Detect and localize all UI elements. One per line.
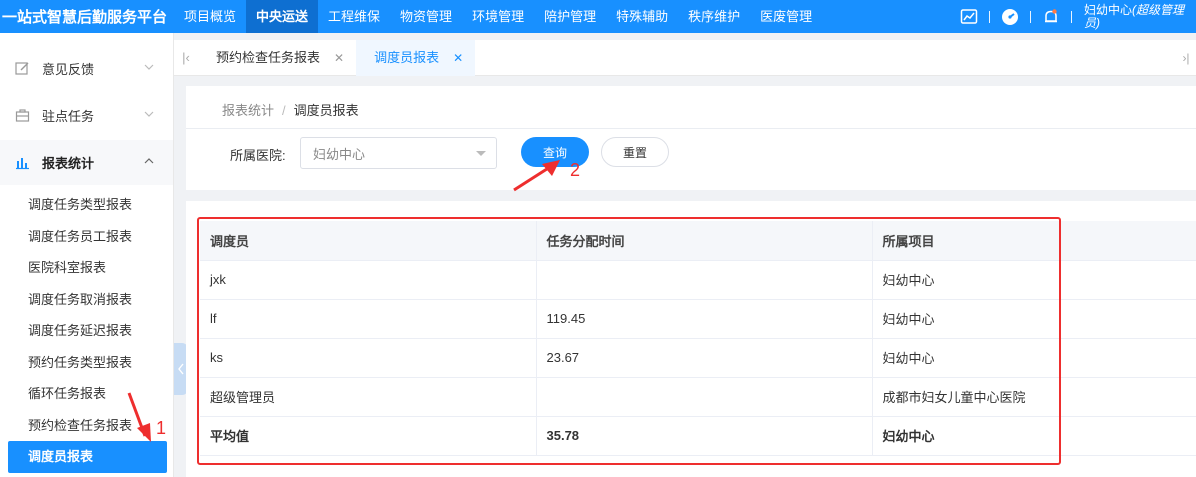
tab-scroll-left-icon[interactable]: |‹	[174, 50, 198, 65]
sidebar-group-reports[interactable]: 报表统计	[0, 140, 173, 185]
divider	[1071, 10, 1072, 23]
chevron-left-icon	[178, 363, 184, 375]
dispatcher-table: 调度员 任务分配时间 所属项目 jxk 妇幼中心 lf 119.45 妇幼中心 …	[200, 221, 1196, 456]
dashboard-icon[interactable]	[1000, 7, 1020, 27]
sidebar-item-dispatch-delay[interactable]: 调度任务延迟报表	[0, 315, 173, 347]
cell-project: 妇幼中心	[872, 260, 1196, 300]
column-header-project[interactable]: 所属项目	[872, 221, 1196, 261]
annotation-step-2: 2	[570, 160, 581, 180]
chevron-down-icon	[144, 111, 154, 117]
sidebar: 意见反馈 驻点任务 报表统计 调度任务类型报表 调度任务员工报表 医院科室报表 …	[0, 33, 174, 477]
sidebar-item-booking-task-type[interactable]: 预约任务类型报表	[0, 347, 173, 379]
sidebar-group-feedback[interactable]: 意见反馈	[0, 46, 173, 91]
table-row: lf 119.45 妇幼中心	[200, 299, 1196, 339]
hospital-label: 所属医院:	[230, 148, 286, 163]
table-average-row: 平均值 35.78 妇幼中心	[200, 416, 1196, 456]
sidebar-item-dispatcher-report[interactable]: 调度员报表	[8, 441, 167, 473]
breadcrumb-separator: /	[282, 103, 286, 118]
table-row: ks 23.67 妇幼中心	[200, 338, 1196, 378]
column-header-dispatcher[interactable]: 调度员	[200, 221, 537, 261]
sidebar-group-label: 意见反馈	[42, 62, 95, 77]
bell-icon[interactable]	[1041, 7, 1061, 27]
nav-item-central-transport[interactable]: 中央运送	[246, 0, 319, 33]
table-row: jxk 妇幼中心	[200, 260, 1196, 300]
top-bar: 一站式智慧后勤服务平台 项目概览 中央运送 工程维保 物资管理 环境管理 陪护管…	[0, 0, 1196, 33]
briefcase-icon	[14, 108, 30, 124]
nav-item-medical-waste[interactable]: 医废管理	[750, 0, 822, 33]
sidebar-group-label: 驻点任务	[42, 109, 95, 124]
cell-assign-time	[536, 260, 873, 300]
chart-icon[interactable]	[959, 7, 979, 27]
annotation-step-1: 1	[156, 418, 167, 438]
cell-assign-time: 23.67	[536, 338, 873, 378]
sidebar-item-dispatch-cancel[interactable]: 调度任务取消报表	[0, 284, 173, 316]
tab-scroll-right-icon[interactable]: ›|	[1176, 40, 1196, 76]
tab-dispatcher-report[interactable]: 调度员报表 ✕	[356, 39, 476, 76]
column-header-assign-time[interactable]: 任务分配时间	[536, 221, 873, 261]
nav-item-engineering[interactable]: 工程维保	[318, 0, 390, 33]
tab-label: 预约检查任务报表	[216, 49, 321, 65]
cell-assign-time	[536, 377, 873, 417]
nav-item-order[interactable]: 秩序维护	[678, 0, 750, 33]
table-row: 超级管理员 成都市妇女儿童中心医院	[200, 377, 1196, 417]
edit-icon	[14, 61, 30, 77]
divider	[1030, 10, 1031, 23]
tab-label: 调度员报表	[374, 49, 440, 65]
sidebar-item-dispatch-task-type[interactable]: 调度任务类型报表	[0, 189, 173, 221]
breadcrumb: 报表统计 / 调度员报表	[222, 100, 359, 119]
sidebar-group-onsite-tasks[interactable]: 驻点任务	[0, 93, 173, 138]
table-panel: 调度员 任务分配时间 所属项目 jxk 妇幼中心 lf 119.45 妇幼中心 …	[186, 201, 1196, 477]
user-info[interactable]: 妇幼中心(超级管理员)	[1084, 2, 1196, 30]
breadcrumb-parent[interactable]: 报表统计	[222, 103, 274, 118]
sidebar-item-recurring-task[interactable]: 循环任务报表	[0, 378, 173, 410]
cell-average-assign-time: 35.78	[536, 416, 873, 456]
reset-button[interactable]: 重置	[601, 137, 669, 167]
sidebar-group-label: 报表统计	[42, 156, 95, 171]
top-right-tools: 妇幼中心(超级管理员)	[955, 0, 1196, 33]
filter-panel: 报表统计 / 调度员报表 所属医院: 妇幼中心 查询 重置	[186, 86, 1196, 190]
cell-dispatcher: 超级管理员	[200, 377, 537, 417]
cell-dispatcher: lf	[200, 299, 537, 339]
hospital-select-value: 妇幼中心	[313, 146, 366, 162]
hospital-select[interactable]: 妇幼中心	[300, 137, 497, 169]
chevron-down-icon	[144, 64, 154, 70]
tab-bar: |‹ 预约检查任务报表 ✕ 调度员报表 ✕ ›|	[174, 39, 1196, 76]
cell-dispatcher: ks	[200, 338, 537, 378]
chevron-down-icon	[476, 151, 486, 156]
brand-title: 一站式智慧后勤服务平台	[2, 9, 168, 26]
nav-item-environment[interactable]: 环境管理	[462, 0, 534, 33]
cell-dispatcher: jxk	[200, 260, 537, 300]
bar-chart-icon	[14, 155, 30, 171]
top-nav: 项目概览 中央运送 工程维保 物资管理 环境管理 陪护管理 特殊辅助 秩序维护 …	[174, 0, 822, 33]
cell-project: 妇幼中心	[872, 338, 1196, 378]
breadcrumb-current: 调度员报表	[293, 103, 359, 118]
close-icon[interactable]: ✕	[453, 40, 463, 76]
table-header-row: 调度员 任务分配时间 所属项目	[200, 221, 1196, 261]
nav-item-overview[interactable]: 项目概览	[174, 0, 246, 33]
nav-item-special-assist[interactable]: 特殊辅助	[606, 0, 678, 33]
divider	[989, 10, 990, 23]
nav-item-materials[interactable]: 物资管理	[390, 0, 462, 33]
divider	[186, 128, 1196, 129]
chevron-up-icon	[144, 158, 154, 164]
cell-average-label: 平均值	[200, 416, 537, 456]
cell-project: 妇幼中心	[872, 299, 1196, 339]
nav-item-escort[interactable]: 陪护管理	[534, 0, 606, 33]
sidebar-item-booking-exam[interactable]: 预约检查任务报表	[0, 410, 173, 442]
sidebar-item-dispatch-task-staff[interactable]: 调度任务员工报表	[0, 221, 173, 253]
cell-assign-time: 119.45	[536, 299, 873, 339]
close-icon[interactable]: ✕	[334, 40, 344, 76]
user-name: 妇幼中心	[1084, 2, 1133, 17]
tab-booking-exam-report[interactable]: 预约检查任务报表 ✕	[198, 40, 356, 76]
sidebar-item-hospital-dept[interactable]: 医院科室报表	[0, 252, 173, 284]
cell-project: 成都市妇女儿童中心医院	[872, 377, 1196, 417]
sidebar-submenu: 调度任务类型报表 调度任务员工报表 医院科室报表 调度任务取消报表 调度任务延迟…	[0, 185, 173, 473]
cell-average-project: 妇幼中心	[872, 416, 1196, 456]
